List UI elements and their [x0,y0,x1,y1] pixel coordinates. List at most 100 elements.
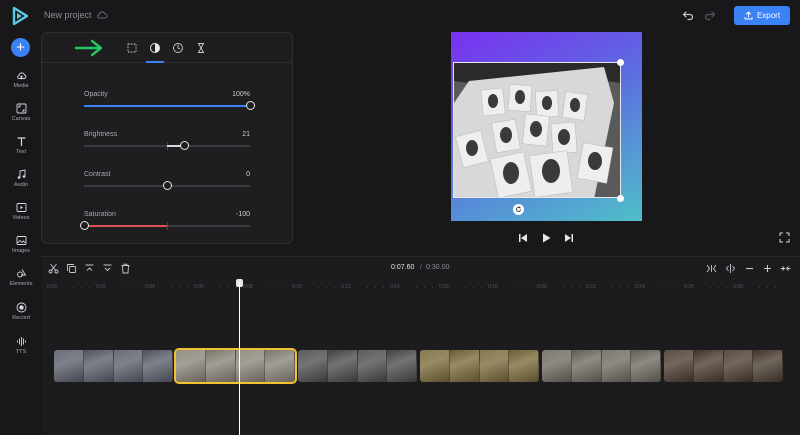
skip-back-icon[interactable] [517,232,529,244]
slider-knob[interactable] [162,181,172,190]
project-name[interactable]: New project [44,10,92,20]
slider-fill [84,225,167,227]
clip-frame [327,350,358,382]
ruler-dot [481,287,482,288]
sidebar-item-label: Images [11,248,31,254]
move-down-icon[interactable] [102,263,113,274]
slider-knob[interactable] [245,101,255,110]
sidebar-item-label: Media [13,83,29,89]
clip-frame [693,350,724,382]
clip-frame [420,350,450,382]
sidebar-item-label: Audio [13,182,29,188]
timeline-clip[interactable] [298,350,417,382]
split-view-icon[interactable] [725,263,736,274]
sidebar-item-text[interactable]: Text [0,136,42,155]
timer-icon[interactable] [195,42,207,54]
ruler-dot [285,287,286,288]
ruler-dot [677,287,678,288]
video-icon [16,203,26,212]
ruler-label: 0:28 [733,284,743,290]
redo-icon[interactable] [704,9,716,21]
speed-icon[interactable] [172,42,184,54]
time-separator: / [420,264,422,271]
slider-knob[interactable] [179,141,189,150]
undo-icon[interactable] [682,9,694,21]
move-up-icon[interactable] [84,263,95,274]
timeline-clip[interactable] [54,350,173,382]
shapes-icon [16,269,26,278]
ruler-dot [416,287,417,288]
brightness-slider[interactable] [84,141,250,150]
opacity-slider[interactable] [84,101,255,110]
slider-value: 100% [232,91,250,98]
clip-frame [571,350,602,382]
slider-value: -100 [235,211,250,218]
rotate-handle[interactable] [513,204,524,215]
sidebar-item-images[interactable]: Images [0,235,42,254]
saturation-slider[interactable] [79,221,250,230]
cloud-upload-icon [16,72,26,80]
sidebar-item-label: Videos [12,215,30,221]
sidebar-item-videos[interactable]: Videos [0,202,42,221]
trash-icon[interactable] [120,263,131,274]
ruler-dot [81,287,82,288]
app-logo-icon[interactable] [12,7,28,25]
clip-frame [387,350,417,382]
slider-knob[interactable] [79,221,89,230]
ruler-dot [514,287,515,288]
export-label: Export [756,11,781,20]
ruler-dot [530,287,531,288]
skip-forward-icon[interactable] [563,232,575,244]
slider-center-tick [167,222,168,230]
timeline-clip[interactable] [174,348,297,384]
scissors-icon[interactable] [48,263,59,274]
sidebar-item-elements[interactable]: Elements [0,268,42,287]
ruler-dot [767,287,768,288]
sidebar-item-canvas[interactable]: Canvas [0,103,42,122]
timeline-clip[interactable] [420,350,539,382]
sidebar-item-record[interactable]: Record [0,302,42,321]
add-media-button[interactable]: + [11,38,30,57]
sidebar-item-audio[interactable]: Audio [0,169,42,188]
ruler-dot [571,287,572,288]
export-button[interactable]: Export [734,6,790,25]
sidebar-item-label: Canvas [11,116,31,122]
slider-value: 21 [242,131,250,138]
play-icon[interactable] [540,232,552,244]
fit-timeline-icon[interactable] [706,263,717,274]
clip-frame [631,350,661,382]
timeline-clip[interactable] [664,350,783,382]
fullscreen-icon[interactable] [779,232,790,243]
zoom-out-icon[interactable] [744,263,755,274]
slider-label: Saturation [84,211,116,218]
resize-handle-bottom-right[interactable] [616,194,624,202]
image-icon [16,236,26,245]
clip-frame [83,350,114,382]
clip-frame [479,350,510,382]
contrast-slider[interactable] [84,181,250,190]
timeline-clip[interactable] [542,350,661,382]
ruler-label: 0:06 [194,284,204,290]
zoom-in-icon[interactable] [762,263,773,274]
ruler-label: 0:24 [635,284,645,290]
sidebar-item-tts[interactable]: TTS [0,336,42,355]
ruler-dot [563,287,564,288]
ruler-label: 0:04 [145,284,155,290]
clip-frame [176,350,206,382]
clip-frame [509,350,539,382]
adjust-icon[interactable] [149,42,161,54]
record-icon [16,302,26,313]
collapse-icon[interactable] [780,263,791,274]
duplicate-icon[interactable] [66,263,77,274]
playhead[interactable] [239,282,240,435]
ruler-label: 0:08 [243,284,253,290]
ruler-dot [228,287,229,288]
preview-image[interactable] [453,62,621,198]
sidebar-item-label: TTS [15,349,27,355]
resize-handle-top-right[interactable] [616,58,624,66]
ruler-dot [522,287,523,288]
sidebar-item-media[interactable]: Media [0,71,42,89]
crop-icon[interactable] [126,42,138,54]
ruler-label: 0:12 [341,284,351,290]
ruler-dot [775,287,776,288]
